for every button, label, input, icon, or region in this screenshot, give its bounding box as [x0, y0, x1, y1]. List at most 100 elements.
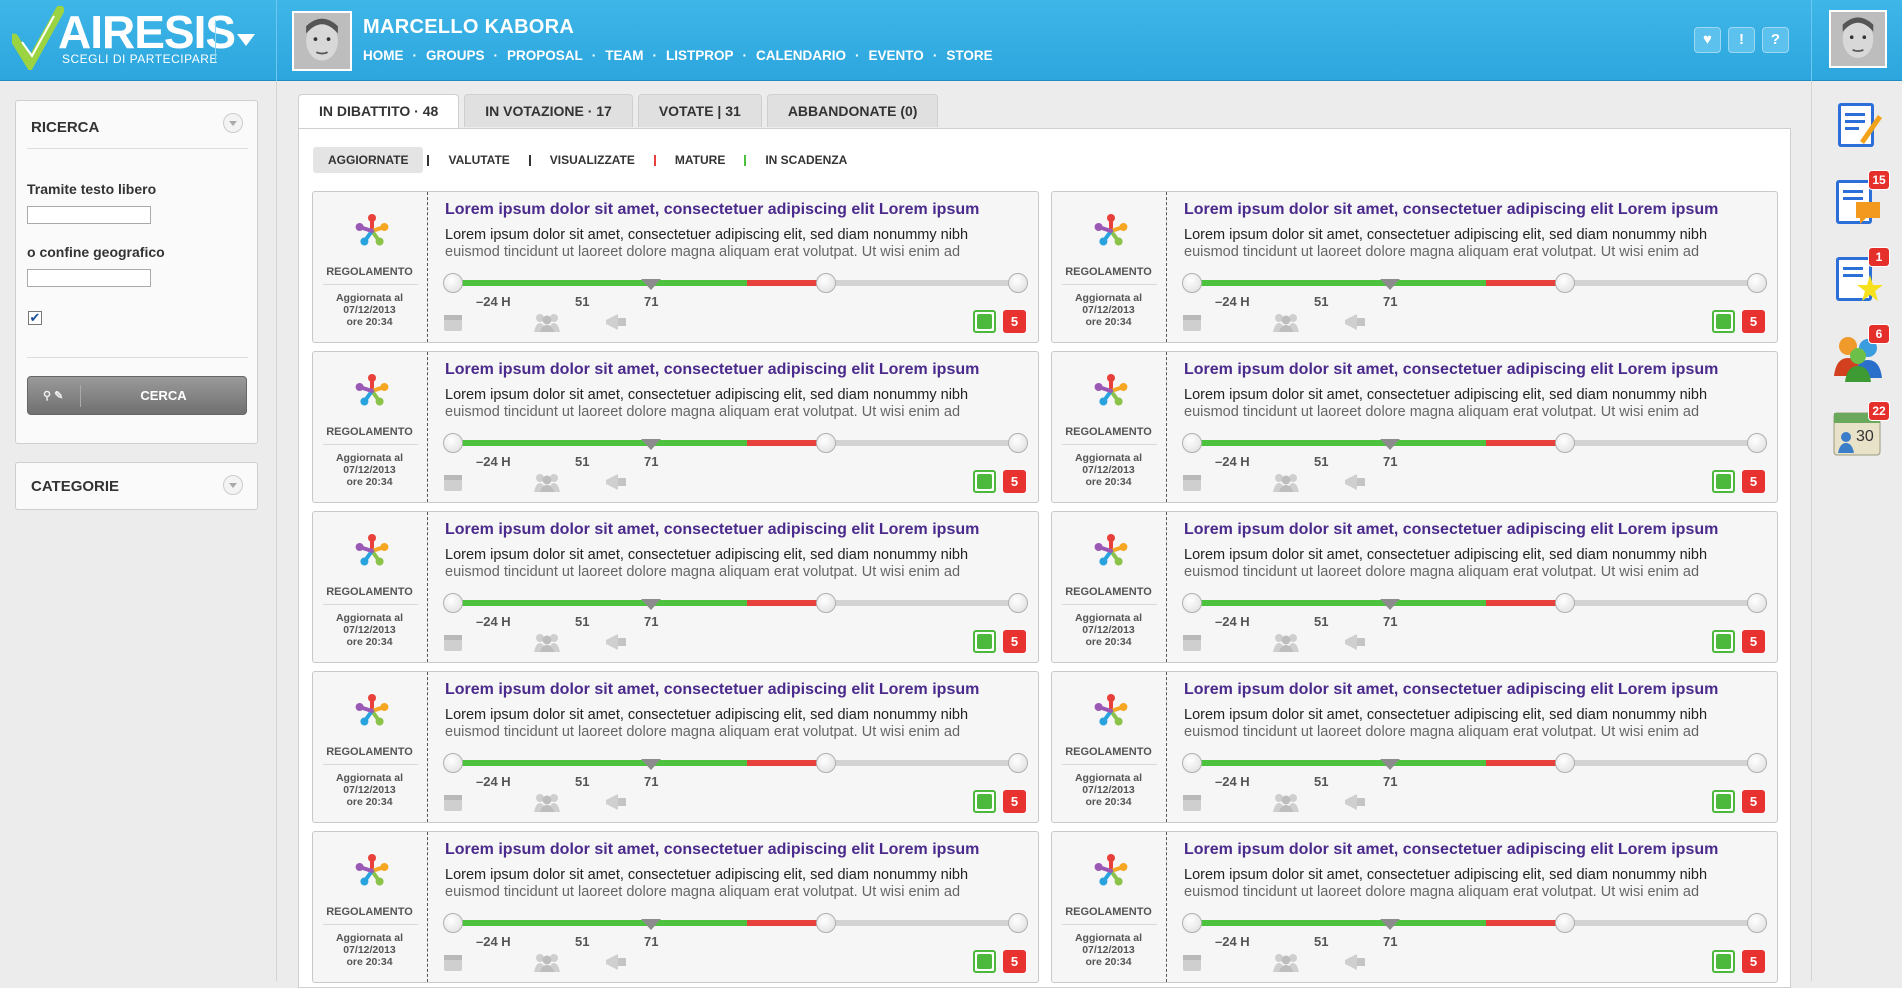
- thumbs-up-icon[interactable]: [1712, 790, 1735, 813]
- chevron-down-icon[interactable]: [223, 113, 243, 133]
- timeline-mid-knob[interactable]: [815, 433, 836, 453]
- subtab-mature[interactable]: MATURE: [660, 147, 740, 173]
- timeline-start-knob[interactable]: [1182, 273, 1202, 293]
- proposal-title[interactable]: Lorem ipsum dolor sit amet, consectetuer…: [445, 841, 979, 859]
- logo-text[interactable]: AIRESIS: [58, 9, 236, 55]
- calendar-icon[interactable]: [443, 632, 463, 657]
- thumbs-up-icon[interactable]: [1712, 950, 1735, 973]
- megaphone-icon[interactable]: [604, 632, 628, 657]
- alert-icon[interactable]: !: [1728, 27, 1755, 53]
- megaphone-icon[interactable]: [1343, 312, 1367, 337]
- tab-3[interactable]: ABBANDONATE (0): [766, 94, 939, 127]
- timeline-end-knob[interactable]: [1008, 913, 1028, 933]
- people-icon[interactable]: [533, 312, 561, 337]
- tab-1[interactable]: IN VOTAZIONE · 17: [464, 94, 633, 127]
- people-icon[interactable]: [1272, 312, 1300, 337]
- megaphone-icon[interactable]: [1343, 952, 1367, 977]
- timeline-mid-knob[interactable]: [1554, 753, 1575, 773]
- proposal-card[interactable]: REGOLAMENTO Aggiornata al 07/12/2013 ore 20…: [1051, 831, 1778, 983]
- groups-icon[interactable]: 6: [1832, 324, 1890, 382]
- chevron-down-icon[interactable]: [223, 475, 243, 495]
- timeline-end-knob[interactable]: [1747, 913, 1767, 933]
- vote-count-badge[interactable]: 5: [1003, 630, 1026, 653]
- megaphone-icon[interactable]: [1343, 792, 1367, 817]
- nav-item-home[interactable]: HOME: [363, 48, 404, 63]
- timeline-start-knob[interactable]: [443, 433, 463, 453]
- thumbs-up-icon[interactable]: [973, 470, 996, 493]
- proposal-card[interactable]: REGOLAMENTO Aggiornata al 07/12/2013 ore 20…: [312, 511, 1039, 663]
- megaphone-icon[interactable]: [1343, 472, 1367, 497]
- megaphone-icon[interactable]: [604, 952, 628, 977]
- proposal-title[interactable]: Lorem ipsum dolor sit amet, consectetuer…: [445, 681, 979, 699]
- subtab-in-scadenza[interactable]: IN SCADENZA: [750, 147, 862, 173]
- vote-count-badge[interactable]: 5: [1003, 470, 1026, 493]
- calendar-events-icon[interactable]: 30 22: [1832, 401, 1890, 459]
- thumbs-up-icon[interactable]: [973, 310, 996, 333]
- people-icon[interactable]: [533, 952, 561, 977]
- proposal-card[interactable]: REGOLAMENTO Aggiornata al 07/12/2013 ore 20…: [1051, 191, 1778, 343]
- nav-item-proposal[interactable]: PROPOSAL: [507, 48, 583, 63]
- calendar-icon[interactable]: [1182, 632, 1202, 657]
- people-icon[interactable]: [533, 792, 561, 817]
- timeline-end-knob[interactable]: [1747, 433, 1767, 453]
- timeline-start-knob[interactable]: [443, 753, 463, 773]
- user-name[interactable]: MARCELLO KABORA: [363, 16, 574, 39]
- proposal-title[interactable]: Lorem ipsum dolor sit amet, consectetuer…: [445, 201, 979, 219]
- timeline-end-knob[interactable]: [1747, 273, 1767, 293]
- calendar-icon[interactable]: [443, 312, 463, 337]
- people-icon[interactable]: [1272, 952, 1300, 977]
- timeline-mid-knob[interactable]: [1554, 273, 1575, 293]
- people-icon[interactable]: [1272, 472, 1300, 497]
- thumbs-up-icon[interactable]: [1712, 630, 1735, 653]
- timeline-mid-knob[interactable]: [815, 753, 836, 773]
- chevron-down-icon[interactable]: [237, 34, 255, 46]
- timeline-end-knob[interactable]: [1747, 593, 1767, 613]
- proposal-title[interactable]: Lorem ipsum dolor sit amet, consectetuer…: [445, 361, 979, 379]
- proposal-card[interactable]: REGOLAMENTO Aggiornata al 07/12/2013 ore 20…: [1051, 351, 1778, 503]
- vote-count-badge[interactable]: 5: [1742, 310, 1765, 333]
- proposal-title[interactable]: Lorem ipsum dolor sit amet, consectetuer…: [1184, 201, 1718, 219]
- calendar-icon[interactable]: [443, 792, 463, 817]
- people-icon[interactable]: [533, 472, 561, 497]
- timeline-start-knob[interactable]: [1182, 913, 1202, 933]
- avatar-secondary[interactable]: [1829, 10, 1887, 68]
- proposal-title[interactable]: Lorem ipsum dolor sit amet, consectetuer…: [1184, 361, 1718, 379]
- timeline-end-knob[interactable]: [1008, 753, 1028, 773]
- calendar-icon[interactable]: [1182, 472, 1202, 497]
- subtab-visualizzate[interactable]: VISUALIZZATE: [535, 147, 650, 173]
- nav-item-store[interactable]: STORE: [946, 48, 992, 63]
- vote-count-badge[interactable]: 5: [1742, 470, 1765, 493]
- subtab-valutate[interactable]: VALUTATE: [433, 147, 524, 173]
- timeline-end-knob[interactable]: [1747, 753, 1767, 773]
- nav-item-listprop[interactable]: LISTPROP: [666, 48, 734, 63]
- tab-2[interactable]: VOTATE | 31: [637, 94, 762, 127]
- proposal-card[interactable]: REGOLAMENTO Aggiornata al 07/12/2013 ore 20…: [312, 671, 1039, 823]
- proposal-title[interactable]: Lorem ipsum dolor sit amet, consectetuer…: [1184, 521, 1718, 539]
- timeline-start-knob[interactable]: [443, 593, 463, 613]
- megaphone-icon[interactable]: [604, 472, 628, 497]
- thumbs-up-icon[interactable]: [973, 950, 996, 973]
- timeline-start-knob[interactable]: [1182, 593, 1202, 613]
- thumbs-up-icon[interactable]: [973, 790, 996, 813]
- nav-item-team[interactable]: TEAM: [605, 48, 643, 63]
- nav-item-groups[interactable]: GROUPS: [426, 48, 485, 63]
- comments-icon[interactable]: 15: [1832, 170, 1890, 228]
- subtab-aggiornate[interactable]: AGGIORNATE: [313, 147, 424, 173]
- proposal-title[interactable]: Lorem ipsum dolor sit amet, consectetuer…: [1184, 841, 1718, 859]
- timeline-start-knob[interactable]: [1182, 433, 1202, 453]
- timeline-mid-knob[interactable]: [1554, 913, 1575, 933]
- megaphone-icon[interactable]: [604, 792, 628, 817]
- timeline-mid-knob[interactable]: [815, 273, 836, 293]
- avatar[interactable]: [292, 11, 352, 71]
- geo-checkbox[interactable]: ✔: [28, 311, 42, 325]
- logo-check-mark[interactable]: [12, 6, 64, 70]
- timeline-start-knob[interactable]: [443, 273, 463, 293]
- proposal-title[interactable]: Lorem ipsum dolor sit amet, consectetuer…: [445, 521, 979, 539]
- proposal-card[interactable]: REGOLAMENTO Aggiornata al 07/12/2013 ore 20…: [312, 351, 1039, 503]
- timeline-mid-knob[interactable]: [815, 913, 836, 933]
- proposal-title[interactable]: Lorem ipsum dolor sit amet, consectetuer…: [1184, 681, 1718, 699]
- geo-border-input[interactable]: [27, 269, 151, 287]
- thumbs-up-icon[interactable]: [1712, 470, 1735, 493]
- timeline-mid-knob[interactable]: [1554, 593, 1575, 613]
- calendar-icon[interactable]: [443, 472, 463, 497]
